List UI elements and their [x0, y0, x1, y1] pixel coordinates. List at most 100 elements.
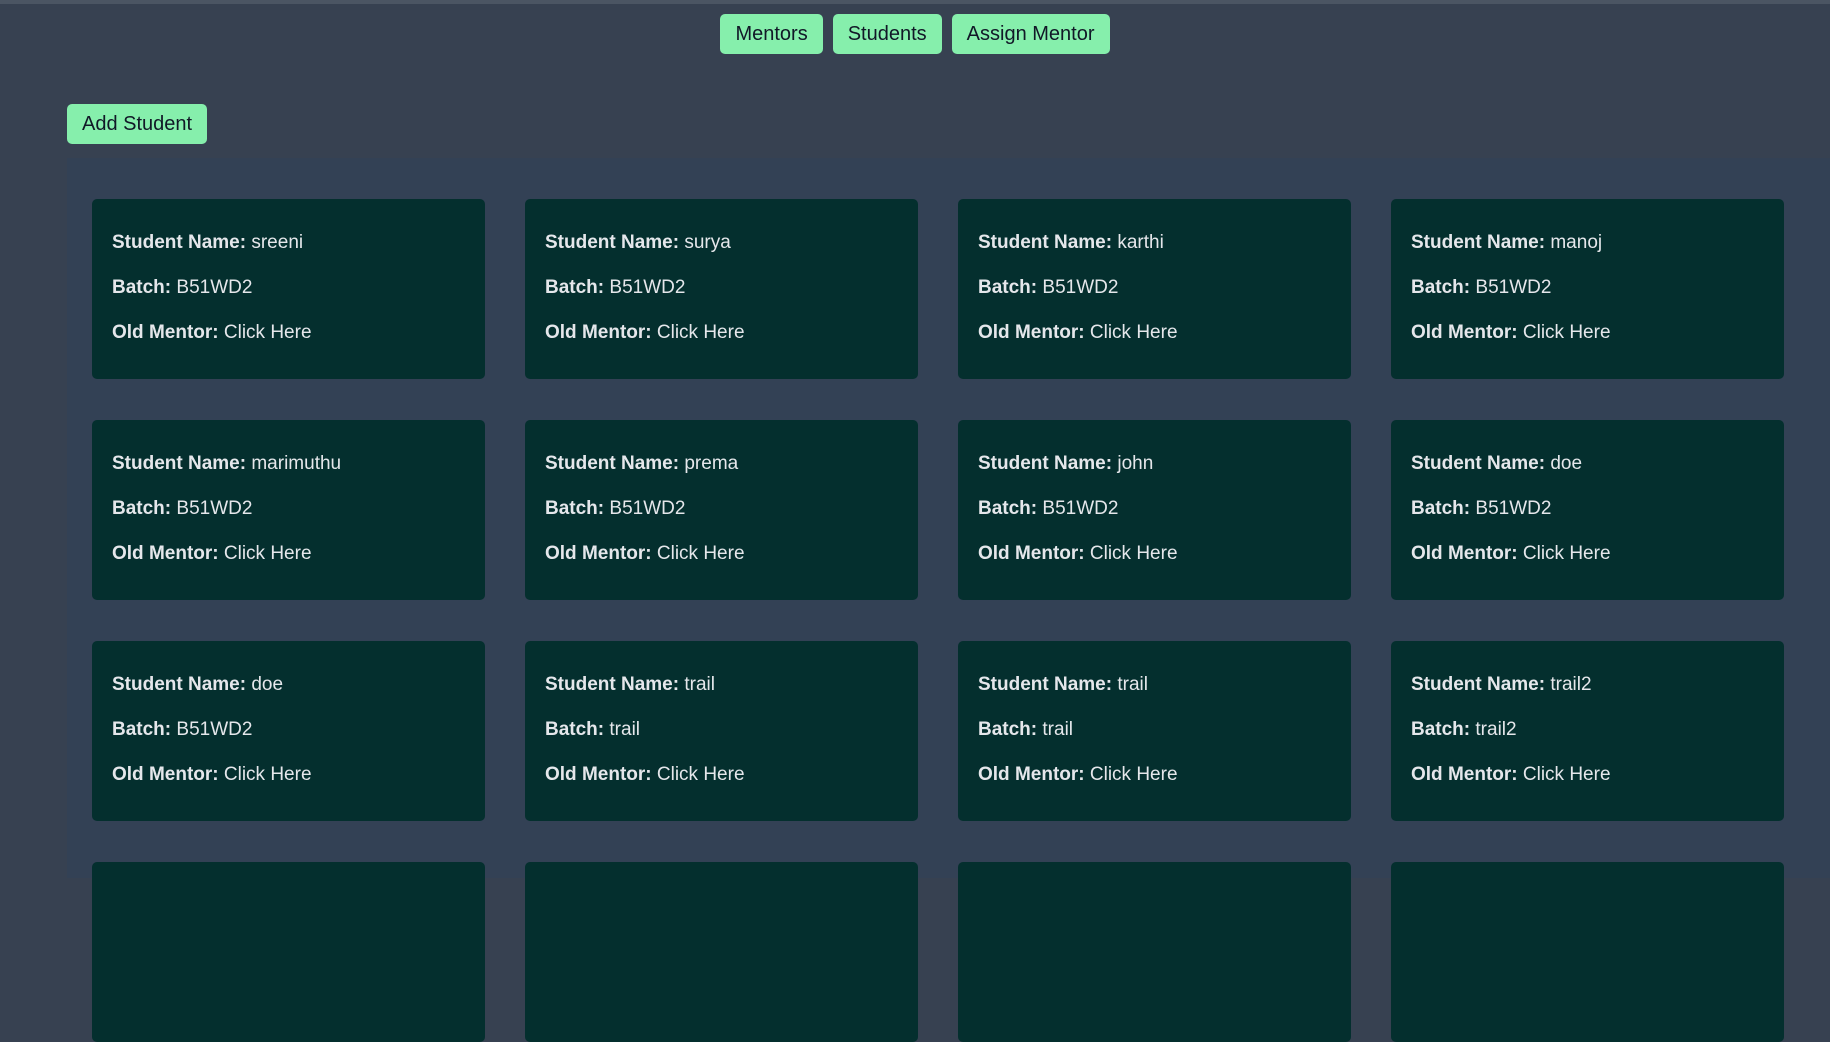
- student-card: [525, 862, 918, 1042]
- batch-row: Batch: B51WD2: [112, 276, 465, 321]
- old-mentor-row: Old Mentor: Click Here: [545, 542, 898, 587]
- student-card: Student Name: manoj Batch: B51WD2 Old Ment…: [1391, 199, 1784, 379]
- old-mentor-label: Old Mentor:: [545, 322, 652, 343]
- batch-row: Batch: trail2: [1411, 718, 1764, 763]
- assign-mentor-nav-button[interactable]: Assign Mentor: [951, 14, 1110, 54]
- student-card: Student Name: trail Batch: trail Old Mento…: [525, 641, 918, 821]
- student-name-value: trail: [684, 674, 715, 695]
- student-card: Student Name: karthi Batch: B51WD2 Old Men…: [958, 199, 1351, 379]
- batch-label: Batch:: [978, 277, 1038, 298]
- old-mentor-link[interactable]: Click Here: [1090, 764, 1178, 785]
- old-mentor-row: Old Mentor: Click Here: [1411, 763, 1764, 808]
- student-name-label: Student Name:: [112, 674, 247, 695]
- student-name-label: Student Name:: [112, 232, 247, 253]
- old-mentor-link[interactable]: Click Here: [224, 322, 312, 343]
- student-card: Student Name: trail Batch: trail Old Mento…: [958, 641, 1351, 821]
- old-mentor-label: Old Mentor:: [978, 543, 1085, 564]
- student-name-value: trail: [1117, 674, 1148, 695]
- batch-value: B51WD2: [1475, 277, 1552, 298]
- students-nav-button[interactable]: Students: [832, 14, 942, 54]
- old-mentor-row: Old Mentor: Click Here: [112, 321, 465, 366]
- student-name-value: john: [1117, 453, 1154, 474]
- student-name-value: trail2: [1550, 674, 1592, 695]
- student-name-row: Student Name: marimuthu: [112, 452, 465, 497]
- old-mentor-link[interactable]: Click Here: [224, 543, 312, 564]
- old-mentor-label: Old Mentor:: [112, 322, 219, 343]
- batch-row: Batch: B51WD2: [112, 718, 465, 763]
- batch-value: B51WD2: [176, 277, 253, 298]
- batch-label: Batch:: [545, 719, 605, 740]
- old-mentor-link[interactable]: Click Here: [224, 764, 312, 785]
- old-mentor-label: Old Mentor:: [545, 764, 652, 785]
- student-name-label: Student Name:: [112, 453, 247, 474]
- batch-row: Batch: B51WD2: [978, 497, 1331, 542]
- old-mentor-label: Old Mentor:: [1411, 764, 1518, 785]
- old-mentor-label: Old Mentor:: [545, 543, 652, 564]
- batch-value: B51WD2: [609, 277, 686, 298]
- batch-row: [545, 939, 898, 984]
- student-name-label: Student Name:: [978, 453, 1113, 474]
- old-mentor-link[interactable]: Click Here: [1523, 322, 1611, 343]
- batch-value: B51WD2: [176, 719, 253, 740]
- student-card: Student Name: sreeni Batch: B51WD2 Old Men…: [92, 199, 485, 379]
- student-name-row: Student Name: sreeni: [112, 231, 465, 276]
- student-name-label: Student Name:: [978, 232, 1113, 253]
- batch-value: trail: [1042, 719, 1074, 740]
- batch-row: Batch: B51WD2: [1411, 276, 1764, 321]
- old-mentor-row: Old Mentor: Click Here: [545, 763, 898, 808]
- student-card: [1391, 862, 1784, 1042]
- batch-label: Batch:: [1411, 277, 1471, 298]
- batch-row: Batch: trail: [978, 718, 1331, 763]
- student-name-row: [112, 894, 465, 939]
- student-name-label: Student Name:: [1411, 453, 1546, 474]
- old-mentor-link[interactable]: Click Here: [657, 543, 745, 564]
- batch-value: B51WD2: [1475, 498, 1552, 519]
- batch-row: [112, 939, 465, 984]
- old-mentor-row: Old Mentor: Click Here: [978, 321, 1331, 366]
- batch-row: [1411, 939, 1764, 984]
- batch-row: Batch: trail: [545, 718, 898, 763]
- old-mentor-row: [978, 984, 1331, 1029]
- student-name-row: [545, 894, 898, 939]
- old-mentor-link[interactable]: Click Here: [1523, 764, 1611, 785]
- student-name-label: Student Name:: [545, 453, 680, 474]
- student-name-value: prema: [684, 453, 739, 474]
- old-mentor-row: Old Mentor: Click Here: [1411, 321, 1764, 366]
- old-mentor-row: [545, 984, 898, 1029]
- batch-value: B51WD2: [609, 498, 686, 519]
- student-card: Student Name: doe Batch: B51WD2 Old Mentor…: [92, 641, 485, 821]
- add-student-button[interactable]: Add Student: [67, 104, 208, 144]
- student-card: [92, 862, 485, 1042]
- top-border: [0, 0, 1830, 4]
- old-mentor-link[interactable]: Click Here: [657, 322, 745, 343]
- old-mentor-label: Old Mentor:: [112, 543, 219, 564]
- student-name-row: Student Name: trail2: [1411, 673, 1764, 718]
- old-mentor-row: [112, 984, 465, 1029]
- student-card: Student Name: marimuthu Batch: B51WD2 Old …: [92, 420, 485, 600]
- old-mentor-row: [1411, 984, 1764, 1029]
- top-nav: Mentors Students Assign Mentor: [0, 14, 1830, 54]
- batch-value: trail2: [1475, 719, 1517, 740]
- old-mentor-link[interactable]: Click Here: [1090, 543, 1178, 564]
- student-card: Student Name: surya Batch: B51WD2 Old Ment…: [525, 199, 918, 379]
- student-card: [958, 862, 1351, 1042]
- mentors-nav-button[interactable]: Mentors: [720, 14, 823, 54]
- old-mentor-row: Old Mentor: Click Here: [112, 542, 465, 587]
- batch-row: Batch: B51WD2: [545, 497, 898, 542]
- student-name-row: Student Name: surya: [545, 231, 898, 276]
- batch-label: Batch:: [112, 277, 172, 298]
- batch-value: B51WD2: [1042, 498, 1119, 519]
- old-mentor-label: Old Mentor:: [1411, 543, 1518, 564]
- old-mentor-link[interactable]: Click Here: [657, 764, 745, 785]
- batch-row: Batch: B51WD2: [112, 497, 465, 542]
- old-mentor-link[interactable]: Click Here: [1090, 322, 1178, 343]
- student-card: Student Name: trail2 Batch: trail2 Old Men…: [1391, 641, 1784, 821]
- student-card: Student Name: doe Batch: B51WD2 Old Mentor…: [1391, 420, 1784, 600]
- student-name-label: Student Name:: [1411, 232, 1546, 253]
- batch-row: Batch: B51WD2: [1411, 497, 1764, 542]
- old-mentor-link[interactable]: Click Here: [1523, 543, 1611, 564]
- student-name-label: Student Name:: [1411, 674, 1546, 695]
- student-name-row: Student Name: karthi: [978, 231, 1331, 276]
- batch-label: Batch:: [112, 719, 172, 740]
- old-mentor-label: Old Mentor:: [1411, 322, 1518, 343]
